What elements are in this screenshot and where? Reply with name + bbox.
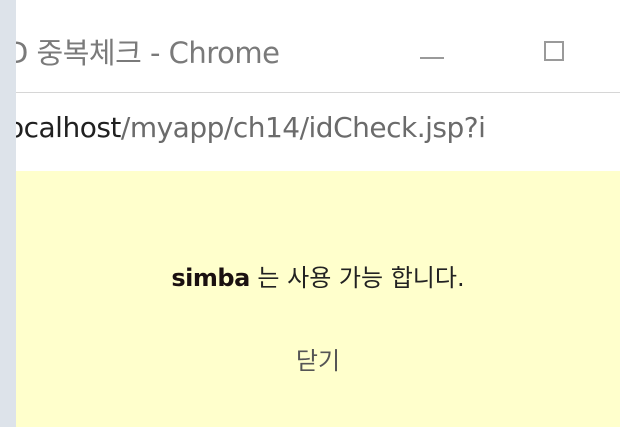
maximize-button[interactable] [530,20,600,80]
desktop-background-strip [0,0,16,427]
window-title: D 중복체크 - Chrome [16,36,280,70]
minimize-button[interactable] [398,20,468,80]
user-id: simba [171,264,250,292]
close-link[interactable]: 닫기 [16,341,620,376]
availability-message: simba 는 사용 가능 합니다. [16,258,620,293]
page-content: simba 는 사용 가능 합니다. 닫기 [16,171,620,427]
message-text: 는 사용 가능 합니다. [249,264,465,292]
minimize-icon [420,57,444,59]
popup-window: D 중복체크 - Chrome ocalhost/myapp/ch14/idCh… [16,0,620,427]
url-text[interactable]: ocalhost/myapp/ch14/idCheck.jsp?i [16,111,486,144]
maximize-icon [544,41,564,61]
url-host: ocalhost [16,111,121,144]
url-path: /myapp/ch14/idCheck.jsp?i [120,111,486,144]
address-bar[interactable]: ocalhost/myapp/ch14/idCheck.jsp?i [16,92,620,172]
title-bar[interactable]: D 중복체크 - Chrome [16,0,620,92]
